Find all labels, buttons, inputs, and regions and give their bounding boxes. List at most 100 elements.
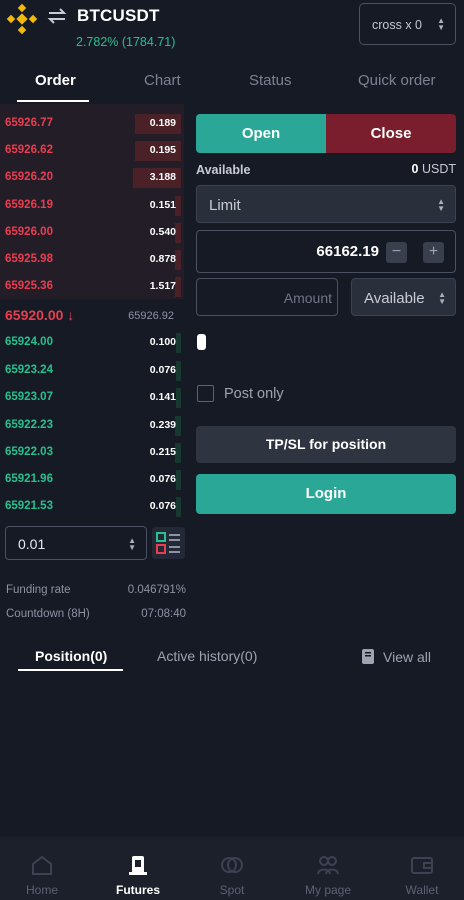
leverage-select[interactable]: cross x 0 ▲ ▼	[359, 3, 456, 45]
bid-row[interactable]: 65922.03 0.215	[0, 442, 184, 464]
ask-row[interactable]: 65926.20 3.188	[0, 167, 184, 189]
open-label: Open	[241, 125, 281, 142]
ask-price: 65926.77	[5, 117, 53, 129]
bid-row[interactable]: 65922.23 0.239	[0, 415, 184, 437]
tab-active-history[interactable]: Active history(0)	[157, 648, 257, 664]
tab-chart[interactable]: Chart	[144, 72, 181, 89]
bid-row[interactable]: 65923.24 0.076	[0, 360, 184, 382]
countdown-label: Countdown (8H)	[6, 608, 90, 620]
ask-row[interactable]: 65926.00 0.540	[0, 222, 184, 244]
user-icon	[317, 856, 339, 875]
ask-price: 65926.62	[5, 144, 53, 156]
price-input[interactable]: 66162.19 − +	[196, 230, 456, 273]
bid-row[interactable]: 65923.07 0.141	[0, 387, 184, 409]
nav-futures-label: Futures	[115, 883, 160, 897]
select-arrows-icon: ▲ ▼	[438, 290, 446, 306]
nav-spot[interactable]: Spot	[186, 837, 278, 900]
tab-order[interactable]: Order	[35, 72, 76, 89]
bid-price: 65923.07	[5, 391, 53, 403]
tab-status[interactable]: Status	[249, 72, 292, 89]
header: BTCUSDT 2.782% (1784.71) cross x 0 ▲ ▼	[0, 0, 464, 58]
amount-input[interactable]: Amount	[196, 278, 338, 316]
countdown-row: Countdown (8H) 07:08:40	[6, 608, 186, 620]
mark-price: 65926.92	[128, 310, 174, 322]
countdown-value: 07:08:40	[141, 608, 186, 620]
orderbook-layout-icon	[156, 532, 180, 554]
orderbook-layout-button[interactable]	[152, 527, 185, 559]
bid-row[interactable]: 65921.53 0.076	[0, 496, 184, 518]
order-type-select[interactable]: Limit ▲ ▼	[196, 185, 456, 223]
nav-home[interactable]: Home	[0, 837, 88, 900]
price-decrement-button[interactable]: −	[386, 242, 407, 263]
ask-row[interactable]: 65926.62 0.195	[0, 140, 184, 162]
view-all-label: View all	[383, 649, 431, 665]
amount-slider-handle[interactable]	[197, 334, 206, 350]
nav-my-page[interactable]: My page	[282, 837, 374, 900]
bid-price: 65921.53	[5, 500, 53, 512]
bid-qty: 0.141	[149, 391, 176, 403]
ask-price: 65926.00	[5, 226, 53, 238]
login-button[interactable]: Login	[196, 474, 456, 514]
ask-price: 65925.36	[5, 280, 53, 292]
last-price-row[interactable]: 65920.00 ↓ 65926.92	[0, 303, 184, 329]
close-label: Close	[370, 125, 412, 142]
bid-price: 65921.96	[5, 473, 53, 485]
tab-indicator	[17, 100, 89, 102]
ask-row[interactable]: 65926.19 0.151	[0, 195, 184, 217]
bid-price: 65923.24	[5, 364, 53, 376]
depth-bar	[176, 361, 181, 381]
precision-select[interactable]: 0.01 ▲ ▼	[5, 526, 147, 560]
bid-qty: 0.100	[149, 336, 176, 348]
bid-price: 65922.23	[5, 419, 53, 431]
amount-placeholder: Amount	[283, 290, 332, 306]
bid-price: 65922.03	[5, 446, 53, 458]
ask-qty: 3.188	[149, 171, 176, 183]
last-price: 65920.00 ↓	[5, 307, 75, 323]
depth-bar	[176, 497, 181, 517]
available-amount: 0	[411, 162, 419, 176]
bid-qty: 0.076	[149, 473, 176, 485]
post-only-label[interactable]: Post only	[224, 386, 284, 402]
ask-qty: 0.151	[149, 199, 176, 211]
depth-bar	[176, 470, 181, 490]
select-arrows-icon: ▲ ▼	[437, 16, 445, 32]
close-tab-button[interactable]: Close	[326, 114, 456, 153]
amount-unit-value: Available	[364, 290, 425, 307]
ask-row[interactable]: 65926.77 0.189	[0, 113, 184, 135]
tpsl-button[interactable]: TP/SL for position	[196, 426, 456, 463]
price-increment-button[interactable]: +	[423, 242, 444, 263]
nav-wallet[interactable]: Wallet	[376, 837, 464, 900]
funding-rate-value: 0.046791%	[127, 584, 186, 596]
post-only-checkbox[interactable]	[197, 385, 214, 402]
home-icon	[32, 855, 52, 875]
ask-qty: 0.540	[149, 226, 176, 238]
available-label: Available	[196, 163, 251, 177]
binance-logo-icon	[6, 3, 38, 35]
spot-icon	[221, 857, 243, 873]
select-arrows-icon: ▲ ▼	[437, 197, 445, 213]
depth-bar	[176, 333, 181, 353]
bottom-nav: Home Futures Spot My page Wallet	[0, 837, 464, 900]
ask-row[interactable]: 65925.98 0.878	[0, 249, 184, 271]
funding-rate-row: Funding rate 0.046791%	[6, 584, 186, 596]
open-tab-button[interactable]: Open	[196, 114, 326, 153]
nav-futures[interactable]: Futures	[92, 837, 184, 900]
tab-position[interactable]: Position(0)	[35, 648, 107, 664]
amount-unit-select[interactable]: Available ▲ ▼	[351, 278, 456, 316]
orderbook-asks: 65926.77 0.189 65926.62 0.195 65926.20 3…	[0, 104, 184, 299]
position-tab-indicator	[18, 669, 123, 671]
ask-qty: 1.517	[149, 280, 176, 292]
tab-quick-order[interactable]: Quick order	[358, 72, 436, 89]
symbol-title[interactable]: BTCUSDT	[77, 6, 160, 26]
funding-rate-label: Funding rate	[6, 584, 71, 596]
bid-qty: 0.239	[149, 419, 176, 431]
bid-qty: 0.076	[149, 500, 176, 512]
futures-icon	[129, 856, 147, 875]
swap-icon[interactable]	[46, 7, 68, 25]
ask-row[interactable]: 65925.36 1.517	[0, 276, 184, 298]
bid-row[interactable]: 65924.00 0.100	[0, 332, 184, 354]
select-arrows-icon: ▲ ▼	[128, 536, 136, 552]
ask-price: 65926.20	[5, 171, 53, 183]
bid-row[interactable]: 65921.96 0.076	[0, 469, 184, 491]
bid-qty: 0.215	[149, 446, 176, 458]
